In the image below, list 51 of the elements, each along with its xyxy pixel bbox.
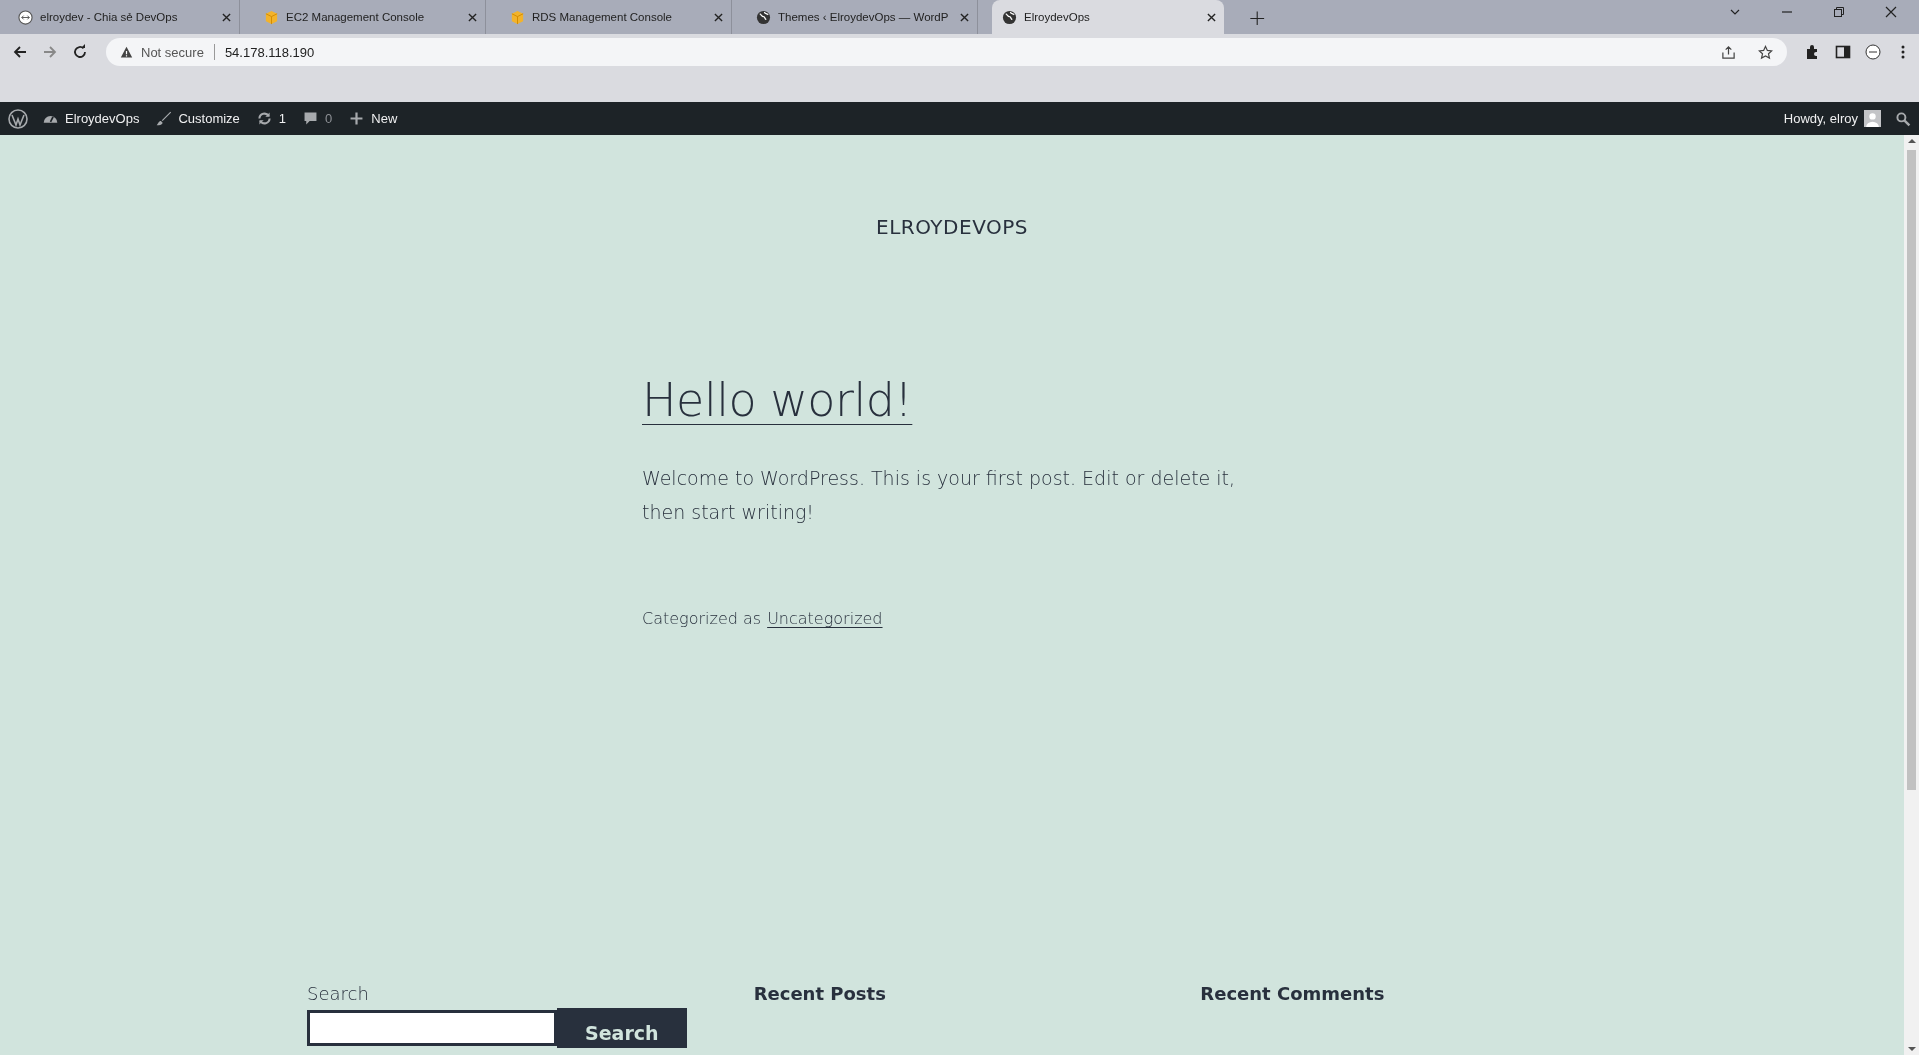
close-icon[interactable] — [960, 12, 969, 22]
close-icon[interactable] — [714, 12, 723, 22]
search-label: Search — [307, 983, 370, 1004]
url-text: 54.178.118.190 — [224, 44, 315, 60]
widget-heading: Recent Comments — [1200, 983, 1386, 1004]
browser-tab[interactable]: ElroydevOps — [992, 0, 1224, 34]
site-logo-icon — [18, 9, 33, 25]
account-menu[interactable]: Howdy, elroy — [1783, 111, 1858, 126]
new-tab-button[interactable]: + — [1238, 0, 1277, 34]
close-icon[interactable] — [222, 12, 231, 22]
address-bar[interactable]: Not secure 54.178.118.190 — [106, 38, 1787, 66]
category-prefix: Categorized as — [642, 609, 762, 628]
admin-bar-link[interactable]: 1 — [255, 110, 287, 127]
side-panel-icon[interactable] — [1835, 44, 1851, 60]
close-icon[interactable] — [1885, 6, 1897, 18]
admin-bar-link[interactable]: New — [348, 110, 398, 127]
globe-icon — [756, 9, 771, 25]
star-icon[interactable] — [1758, 44, 1773, 60]
forward-icon[interactable] — [42, 44, 58, 60]
brush-icon — [155, 110, 173, 127]
profile-avatar-icon[interactable] — [1865, 44, 1881, 60]
search-input[interactable] — [307, 1010, 557, 1046]
close-icon[interactable] — [1207, 12, 1216, 22]
security-label: Not secure — [141, 44, 204, 60]
reload-icon[interactable] — [72, 44, 88, 60]
search-icon[interactable] — [1895, 110, 1911, 127]
back-icon[interactable] — [12, 44, 28, 60]
scrollbar[interactable] — [1904, 135, 1919, 1055]
admin-bar-link[interactable]: Customize — [155, 110, 240, 127]
tab-title: Themes ‹ ElroydevOps — WordP — [778, 11, 950, 23]
tab-title: EC2 Management Console — [286, 11, 426, 23]
admin-bar-link[interactable]: 0 — [302, 110, 333, 127]
share-icon[interactable] — [1721, 44, 1736, 60]
warning-icon — [120, 45, 133, 59]
post-title-link[interactable]: Hello world! — [642, 373, 913, 427]
category-link[interactable]: Uncategorized — [767, 609, 883, 628]
close-icon[interactable] — [468, 12, 477, 22]
post-body-text: Welcome to WordPress. This is your first post. Edit or delete it, then start writing! — [642, 466, 1237, 525]
tab-title: RDS Management Console — [532, 11, 673, 23]
widget-heading: Recent Posts — [753, 983, 887, 1004]
admin-bar-link[interactable]: ElroydevOps — [42, 110, 140, 127]
tab-title: ElroydevOps — [1024, 11, 1091, 23]
globe-icon — [1002, 9, 1017, 25]
site-title[interactable]: ELROYDEVOPS — [876, 215, 1028, 239]
avatar-icon — [1864, 110, 1881, 127]
restore-icon[interactable] — [1833, 6, 1845, 18]
cube-icon — [264, 9, 279, 25]
wordpress-logo-icon[interactable] — [8, 108, 28, 129]
search-button[interactable]: Search — [557, 1008, 687, 1048]
cube-icon — [510, 9, 525, 25]
tab-title: elroydev - Chia sẻ DevOps — [40, 11, 179, 23]
